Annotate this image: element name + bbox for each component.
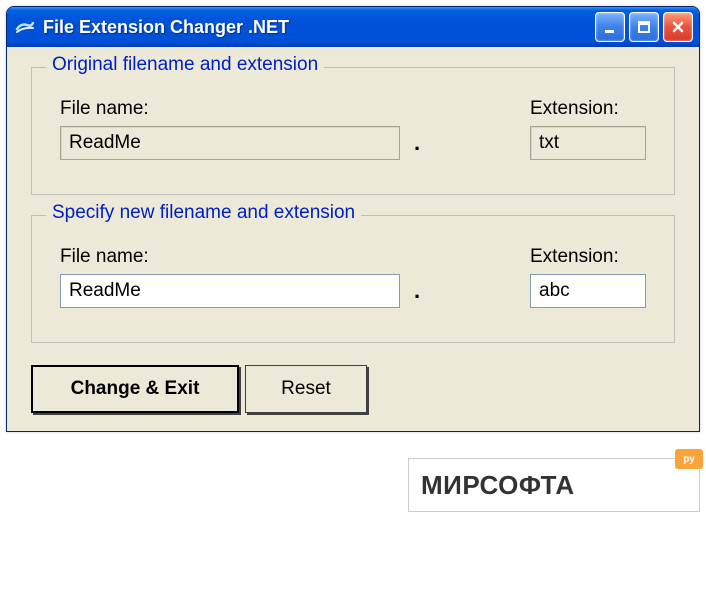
dot-separator: . [400, 278, 434, 308]
new-filename-group: Specify new filename and extension File … [31, 215, 675, 343]
filename-field-group: File name: [60, 98, 400, 160]
group-legend: Specify new filename and extension [46, 202, 361, 224]
titlebar[interactable]: File Extension Changer .NET [7, 7, 699, 47]
window-frame: File Extension Changer .NET Original fil… [6, 6, 700, 432]
input-row: File name: . Extension: [60, 246, 646, 308]
watermark-overlay: ру МИРСОФТА [408, 458, 700, 512]
close-button[interactable] [663, 12, 693, 42]
original-filename-input[interactable] [60, 126, 400, 160]
extension-field-group: Extension: [530, 246, 646, 308]
filename-label: File name: [60, 98, 400, 120]
maximize-button[interactable] [629, 12, 659, 42]
original-filename-group: Original filename and extension File nam… [31, 67, 675, 195]
group-legend: Original filename and extension [46, 54, 324, 76]
original-extension-input[interactable] [530, 126, 646, 160]
minimize-button[interactable] [595, 12, 625, 42]
filename-field-group: File name: [60, 246, 400, 308]
titlebar-buttons [595, 12, 693, 42]
reset-button[interactable]: Reset [245, 365, 367, 413]
change-and-exit-button[interactable]: Change & Exit [31, 365, 239, 413]
new-filename-input[interactable] [60, 274, 400, 308]
watermark-text: МИРСОФТА [421, 472, 575, 498]
extension-field-group: Extension: [530, 98, 646, 160]
window-title: File Extension Changer .NET [43, 17, 595, 38]
filename-label: File name: [60, 246, 400, 268]
input-row: File name: . Extension: [60, 98, 646, 160]
dot-separator: . [400, 130, 434, 160]
new-extension-input[interactable] [530, 274, 646, 308]
action-button-row: Change & Exit Reset [31, 363, 675, 413]
extension-label: Extension: [530, 246, 646, 268]
client-area: Original filename and extension File nam… [7, 47, 699, 431]
extension-label: Extension: [530, 98, 646, 120]
app-icon [15, 17, 35, 37]
app-window: File Extension Changer .NET Original fil… [0, 0, 706, 600]
watermark-badge: ру [675, 449, 703, 469]
